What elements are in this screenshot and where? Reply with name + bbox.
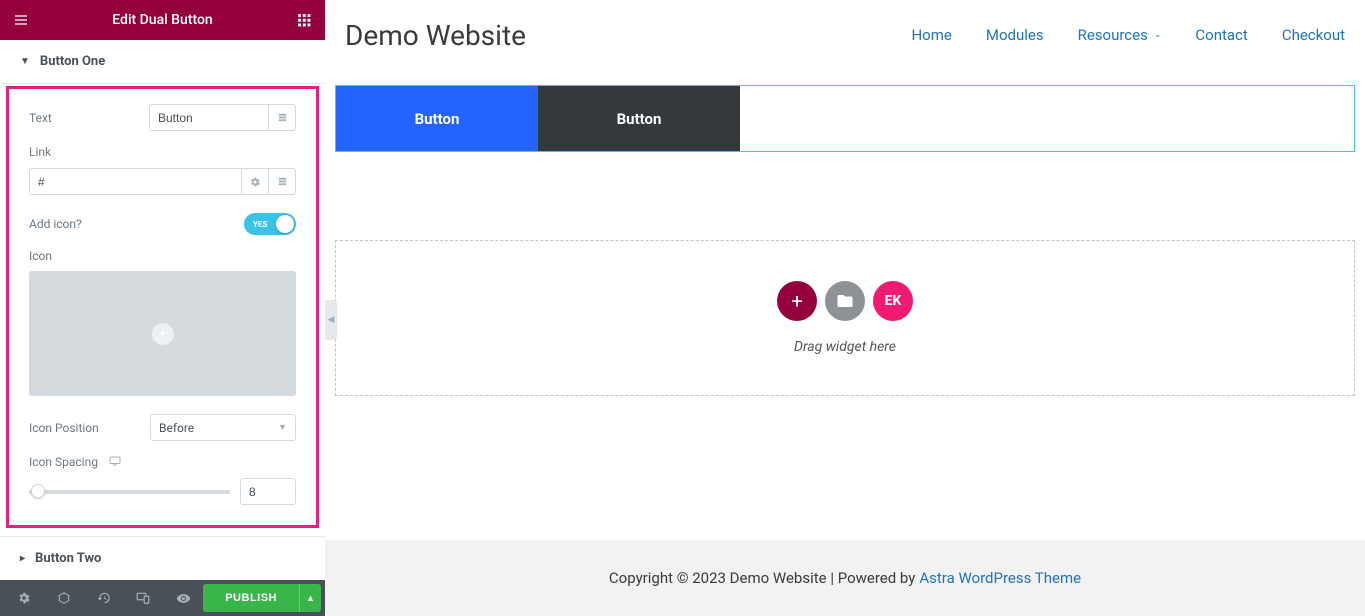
toggle-yes-label: YES [253, 220, 267, 229]
highlight-box: Text Link [6, 86, 319, 528]
toggle-knob [276, 215, 294, 233]
iconspacing-input[interactable] [240, 478, 296, 505]
nav-home[interactable]: Home [911, 26, 951, 44]
dual-button-one[interactable]: Button [336, 86, 538, 151]
iconpos-label: Icon Position [29, 421, 150, 435]
dynamic-tags-icon[interactable] [269, 104, 296, 131]
template-library-icon[interactable] [825, 281, 865, 321]
addicon-toggle[interactable]: YES [244, 213, 296, 235]
elements-kit-icon[interactable]: EK [873, 281, 913, 321]
dual-button-two[interactable]: Button [538, 86, 740, 151]
panel-collapse-handle[interactable]: ◀ [325, 300, 337, 340]
caret-down-icon: ▼ [20, 56, 30, 67]
nav-checkout[interactable]: Checkout [1282, 26, 1345, 44]
panel-body: ▼ Button One Text Link [0, 40, 325, 580]
site-header: Demo Website Home Modules Resources ⌄ Co… [325, 0, 1365, 70]
panel-footer: PUBLISH ▲ [0, 580, 325, 616]
dynamic-tags-icon[interactable] [269, 168, 296, 195]
preview-icon[interactable] [163, 580, 203, 616]
link-label: Link [29, 145, 296, 159]
text-row: Text [29, 104, 296, 131]
drop-zone[interactable]: + EK Drag widget here [335, 240, 1355, 396]
navigator-icon[interactable] [44, 580, 84, 616]
publish-button[interactable]: PUBLISH [203, 584, 299, 612]
icon-upload[interactable]: + [29, 271, 296, 396]
text-input[interactable] [149, 104, 269, 131]
history-icon[interactable] [84, 580, 124, 616]
footer-theme-link[interactable]: Astra WordPress Theme [919, 569, 1081, 587]
plus-circle-icon: + [152, 323, 174, 345]
nav-contact[interactable]: Contact [1195, 26, 1247, 44]
section-title: Button Two [35, 551, 101, 566]
editor-panel: Edit Dual Button ▼ Button One Text [0, 0, 325, 616]
nav-modules[interactable]: Modules [986, 26, 1044, 44]
icon-label: Icon [29, 249, 296, 263]
slider-knob[interactable] [31, 484, 45, 498]
link-input[interactable] [29, 168, 242, 195]
chevron-down-icon: ⌄ [1154, 30, 1162, 40]
iconspacing-slider[interactable] [29, 490, 230, 494]
nav-resources[interactable]: Resources ⌄ [1078, 26, 1162, 44]
drop-actions: + EK [777, 281, 913, 321]
addicon-row: Add icon? YES [29, 213, 296, 235]
dual-button-widget[interactable]: Button Button [335, 85, 1355, 152]
iconpos-select[interactable]: Before ▼ [150, 414, 296, 441]
menu-icon[interactable] [12, 11, 30, 29]
responsive-icon[interactable] [124, 580, 164, 616]
drop-text: Drag widget here [794, 339, 896, 355]
desktop-icon[interactable] [109, 456, 121, 469]
panel-title: Edit Dual Button [30, 12, 295, 28]
section-button-two-header[interactable]: ▸ Button Two [0, 536, 325, 580]
addicon-label: Add icon? [29, 217, 244, 231]
iconpos-value: Before [159, 421, 194, 435]
main-nav: Home Modules Resources ⌄ Contact Checkou… [911, 26, 1345, 44]
panel-header: Edit Dual Button [0, 0, 325, 40]
preview-area: Demo Website Home Modules Resources ⌄ Co… [325, 0, 1365, 616]
section-title: Button One [40, 54, 105, 69]
add-section-icon[interactable]: + [777, 281, 817, 321]
iconspacing-label: Icon Spacing [29, 455, 98, 469]
chevron-down-icon: ▼ [278, 422, 287, 433]
link-options-icon[interactable] [242, 168, 269, 195]
nav-resources-label: Resources [1078, 26, 1148, 44]
site-footer: Copyright © 2023 Demo Website | Powered … [325, 540, 1365, 616]
site-title: Demo Website [345, 19, 526, 52]
footer-copyright: Copyright © 2023 Demo Website | Powered … [609, 569, 915, 587]
settings-icon[interactable] [4, 580, 44, 616]
text-label: Text [29, 111, 149, 125]
widgets-grid-icon[interactable] [295, 11, 313, 29]
publish-options-caret[interactable]: ▲ [299, 584, 321, 612]
caret-right-icon: ▸ [20, 553, 25, 564]
section-button-one-header[interactable]: ▼ Button One [0, 40, 325, 84]
